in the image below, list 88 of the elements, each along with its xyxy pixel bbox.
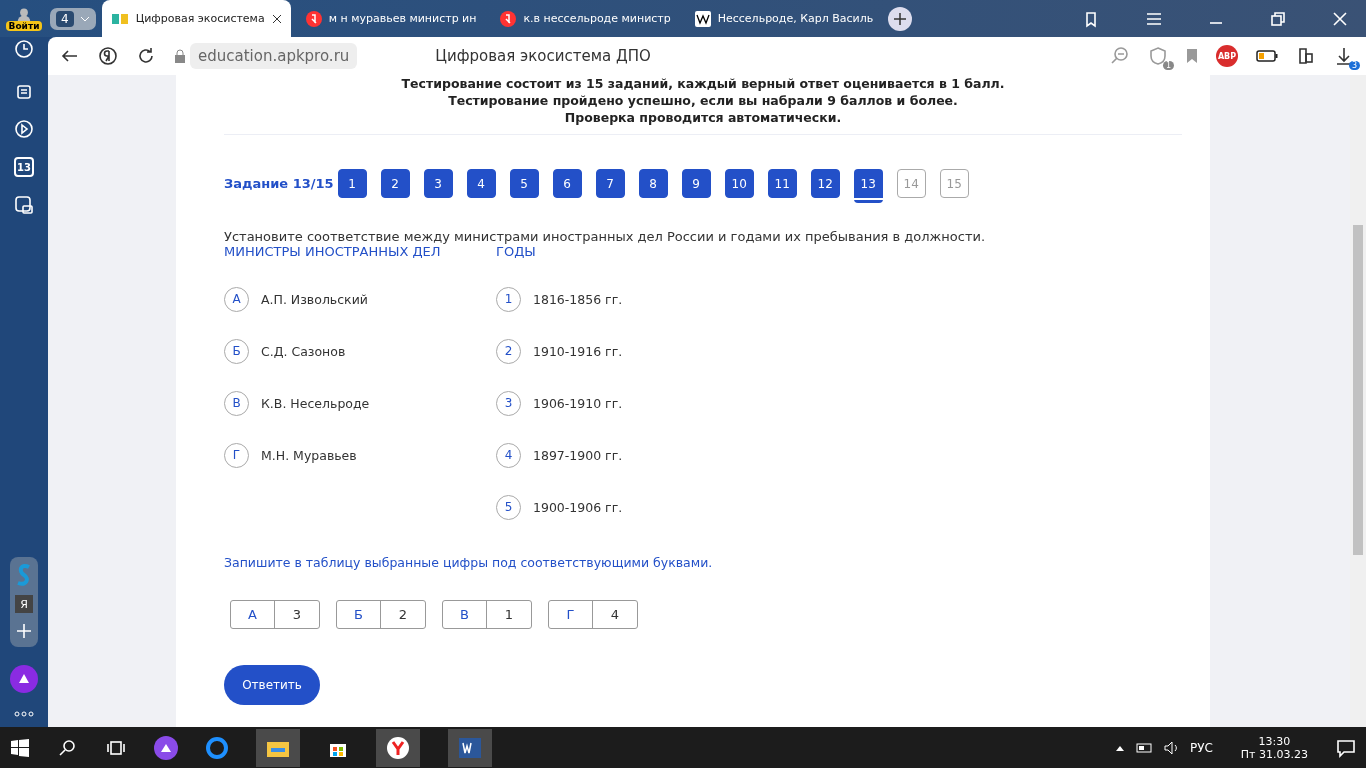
more-icon[interactable]	[14, 711, 34, 717]
chevron-down-icon	[79, 14, 90, 23]
task-number-button[interactable]: 10	[724, 169, 754, 198]
option-text: 1897-1900 гг.	[533, 447, 623, 463]
clock[interactable]: 13:30 Пт 31.03.23	[1240, 734, 1308, 761]
close-icon[interactable]	[271, 13, 282, 24]
plus-icon[interactable]	[14, 621, 34, 641]
downloads-count: 3	[1348, 61, 1360, 70]
login-badge[interactable]: Войти	[5, 20, 43, 31]
avatar-icon[interactable]	[16, 6, 32, 21]
shield-icon[interactable]	[1148, 46, 1168, 66]
task-number-button[interactable]: 1	[337, 169, 367, 198]
calendar-icon[interactable]: 13	[14, 157, 34, 177]
yandex-app-icon[interactable]: Я	[15, 595, 33, 613]
yandex-icon	[500, 10, 517, 27]
instruction-text: Запишите в таблицу выбранные цифры под соответствующими буквами.	[224, 555, 714, 570]
answer-input[interactable]: 2	[381, 601, 425, 628]
shield-count: 1	[1162, 61, 1174, 70]
answer-letter: В	[443, 601, 487, 628]
option-text: С.Д. Сазонов	[261, 343, 346, 359]
extensions-icon[interactable]	[1296, 46, 1316, 66]
task-number-button[interactable]: 5	[509, 169, 539, 198]
browser-tab[interactable]: к.в нессельроде министр	[491, 0, 680, 37]
taskbar-app[interactable]	[256, 728, 300, 767]
search-icon[interactable]	[58, 737, 78, 758]
task-number-button[interactable]: 4	[466, 169, 496, 198]
option-text: 1900-1906 гг.	[533, 499, 623, 515]
option-text: 1906-1910 гг.	[533, 395, 623, 411]
alice-icon[interactable]	[10, 665, 38, 693]
task-number-button[interactable]: 8	[638, 169, 668, 198]
yandex-browser-icon	[386, 735, 410, 760]
language-indicator[interactable]: РУС	[1189, 740, 1213, 755]
play-icon[interactable]	[14, 119, 34, 139]
answer-input[interactable]: 1	[487, 601, 531, 628]
task-number-button[interactable]: 3	[423, 169, 453, 198]
option-text: 1910-1916 гг.	[533, 343, 623, 359]
task-number-button[interactable]: 7	[595, 169, 625, 198]
screenshot-icon[interactable]	[14, 195, 34, 215]
test-rules: Тестирование состоит из 15 заданий, каждый верный ответ оценивается в 1 балл. Тестирование пройдено успешно, если вы набрали 9 баллов и более. Проверка проводится автоматически.	[224, 75, 1182, 135]
answer-letter: Г	[549, 601, 593, 628]
answer-letter: Б	[337, 601, 381, 628]
option-text: М.Н. Муравьев	[261, 447, 357, 463]
bookmark-icon[interactable]	[1186, 48, 1198, 64]
clock-icon[interactable]	[14, 39, 34, 59]
battery-icon[interactable]	[1256, 50, 1278, 62]
alice-icon[interactable]	[154, 735, 178, 760]
task-number-button[interactable]: 9	[681, 169, 711, 198]
new-tab-icon[interactable]	[888, 6, 913, 31]
windows-start-icon[interactable]	[10, 737, 30, 758]
task-number-button[interactable]: 13	[853, 169, 883, 203]
task-number-button[interactable]: 12	[810, 169, 840, 198]
wikipedia-icon	[694, 10, 711, 27]
option-text: 1816-1856 гг.	[533, 291, 623, 307]
question-text: Установите соответствие между министрами иностранных дел России и годами их пребывания в должности.	[224, 229, 987, 244]
edge-icon[interactable]	[206, 736, 228, 759]
taskbar-app[interactable]	[376, 728, 420, 767]
tab-group-button[interactable]: 4	[50, 7, 96, 30]
answer-letter: А	[231, 601, 275, 628]
task-number-button[interactable]: 11	[767, 169, 797, 198]
taskbar-app[interactable]	[448, 728, 492, 767]
task-number-button[interactable]: 6	[552, 169, 582, 198]
word-icon	[459, 737, 481, 758]
scrollbar-thumb[interactable]	[1353, 225, 1363, 555]
submit-button[interactable]: Ответить	[224, 665, 320, 705]
task-number-button[interactable]: 2	[380, 169, 410, 198]
address-bar[interactable]: education.apkpro.ru	[190, 43, 358, 69]
book-icon	[110, 11, 129, 26]
notifications-icon[interactable]	[1336, 737, 1356, 758]
task-label: Задание 13/15	[224, 175, 334, 193]
volume-icon[interactable]	[1163, 740, 1180, 755]
yandex-icon[interactable]	[98, 46, 118, 66]
zoom-out-icon[interactable]	[1110, 46, 1130, 66]
option-text: К.В. Несельроде	[261, 395, 370, 411]
page-title: Цифровая экосистема ДПО	[435, 47, 652, 65]
battery-icon[interactable]	[1135, 742, 1154, 753]
column-heading: ГОДЫ	[496, 244, 537, 259]
reload-icon[interactable]	[136, 46, 156, 66]
browser-tab[interactable]: м н муравьев министр ин	[296, 0, 486, 37]
column-heading: МИНИСТРЫ ИНОСТРАННЫХ ДЕЛ	[224, 244, 442, 259]
chevron-up-icon[interactable]	[1115, 744, 1124, 751]
answer-input[interactable]: 3	[275, 601, 319, 628]
answer-input[interactable]: 4	[593, 601, 637, 628]
lock-icon[interactable]	[174, 49, 186, 63]
adblock-icon[interactable]: ABP	[1216, 45, 1238, 67]
option-text: А.П. Извольский	[261, 291, 368, 307]
browser-tab[interactable]: Цифровая экосистема	[101, 0, 291, 37]
browser-tab[interactable]: Нессельроде, Карл Василь	[685, 0, 883, 37]
yandex-icon	[305, 10, 322, 27]
